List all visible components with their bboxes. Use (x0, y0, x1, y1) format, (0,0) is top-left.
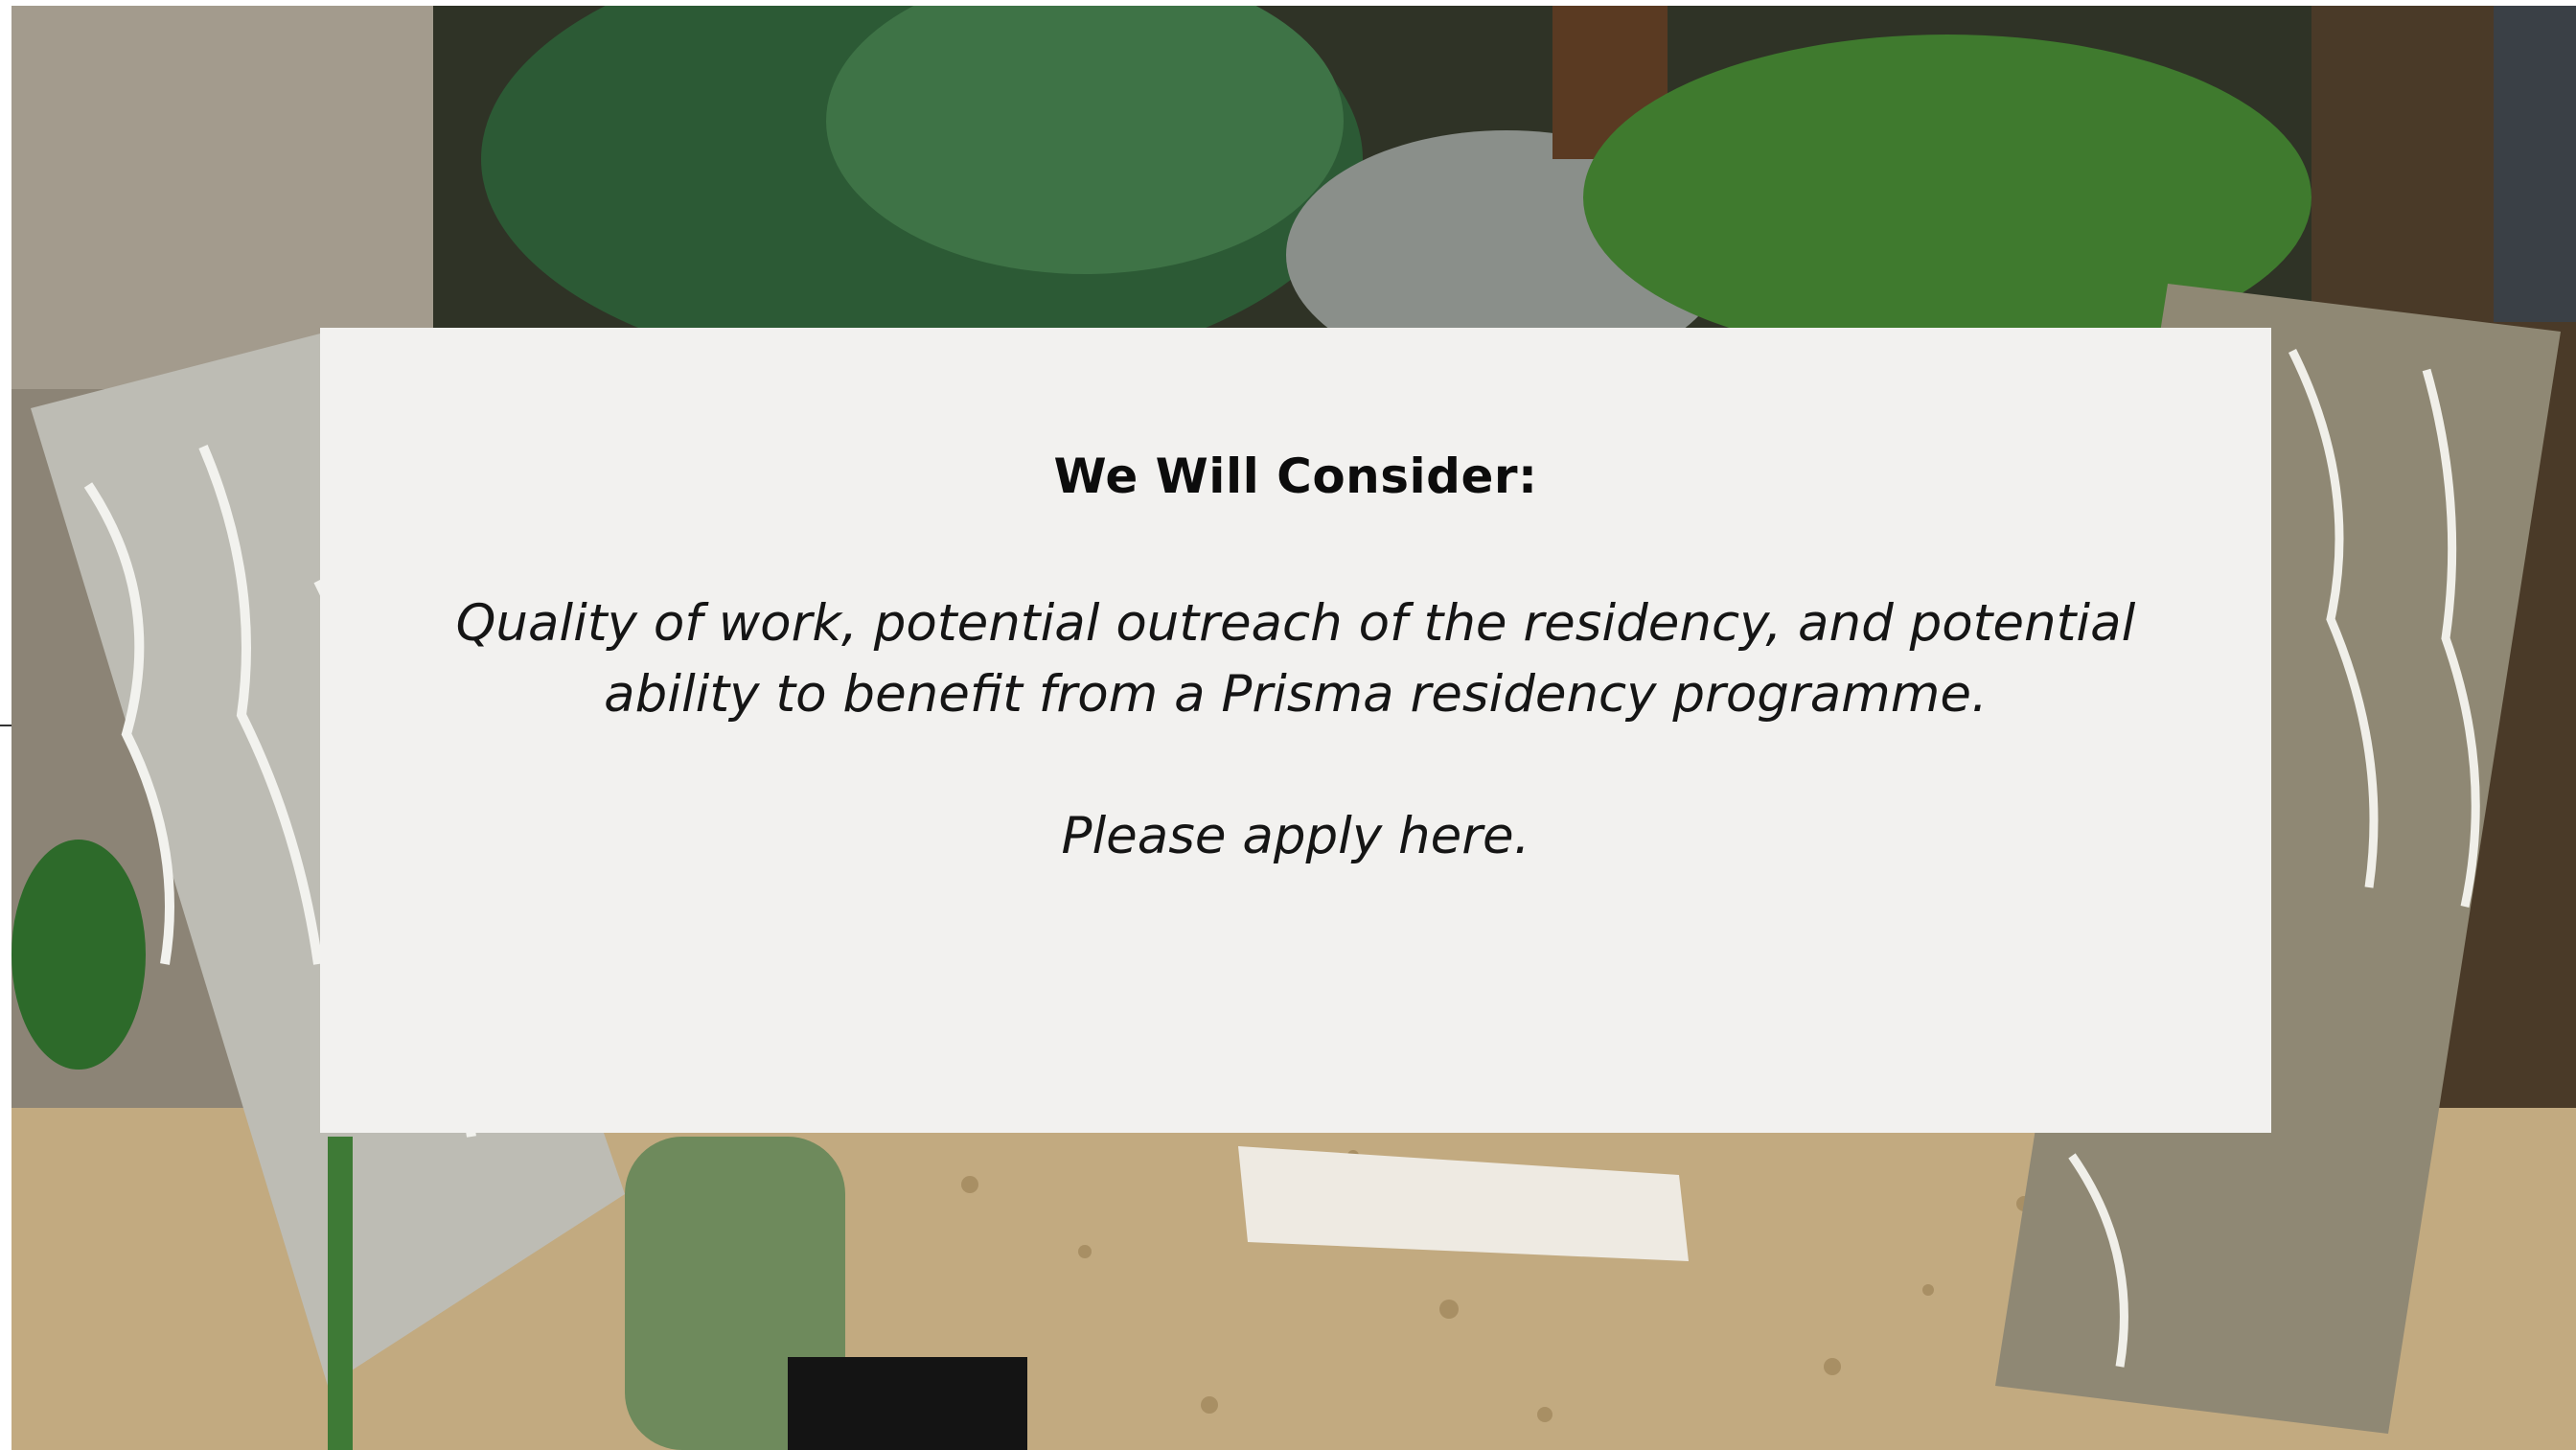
ivy-leaves (12, 840, 146, 1070)
edge-tick-mark (0, 725, 12, 726)
apply-link[interactable]: Please apply here. (320, 807, 2271, 865)
card-heading: We Will Consider: (1053, 449, 1538, 504)
info-card: We Will Consider: Quality of work, poten… (320, 328, 2271, 1133)
pipe-right (2494, 6, 2576, 322)
plant-stem (328, 1137, 353, 1450)
page: We Will Consider: Quality of work, poten… (0, 0, 2576, 1450)
black-tile (788, 1357, 1027, 1450)
card-body-text: Quality of work, potential outreach of t… (455, 594, 2136, 724)
